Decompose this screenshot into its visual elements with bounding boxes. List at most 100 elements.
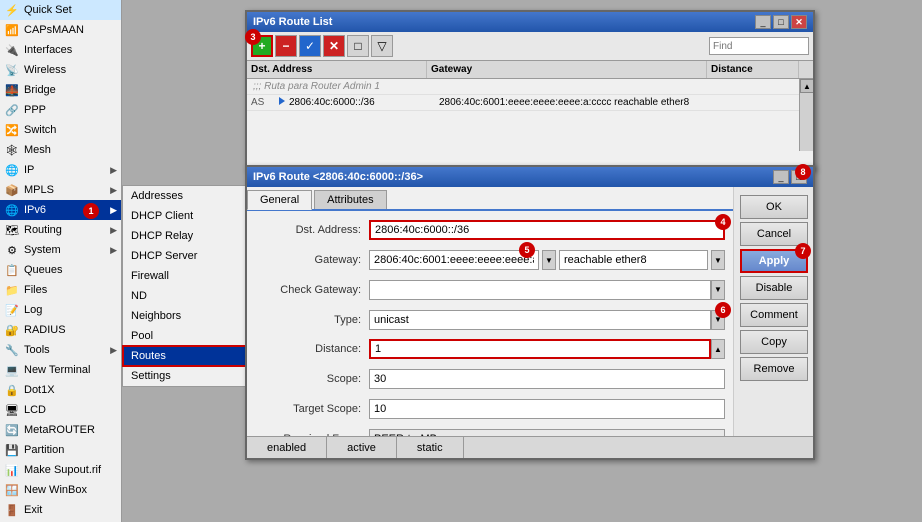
distance-scroll-up[interactable]: ▲ [711,339,725,359]
scope-input[interactable] [369,369,725,389]
sidebar-item-lcd[interactable]: 🖥 LCD [0,400,121,420]
ip-icon: 🌐 [4,162,20,178]
tab-general[interactable]: General [247,190,312,210]
sidebar-item-label: Dot1X [24,384,55,396]
submenu-dhcp-relay[interactable]: DHCP Relay [123,226,256,246]
sidebar-item-exit[interactable]: 🚪 Exit [0,500,121,520]
sidebar-item-queues[interactable]: 📋 Queues [0,260,121,280]
sidebar-item-interfaces[interactable]: 🔌 Interfaces [0,40,121,60]
distance-header: Distance [707,61,799,78]
target-scope-input[interactable] [369,399,725,419]
sidebar-item-label: LCD [24,404,46,416]
tab-attributes[interactable]: Attributes [314,190,386,209]
sidebar-item-mesh[interactable]: 🕸 Mesh [0,140,121,160]
interfaces-icon: 🔌 [4,42,20,58]
submenu-addresses[interactable]: Addresses [123,186,256,206]
sidebar-item-log[interactable]: 📝 Log [0,300,121,320]
sidebar-item-wireless[interactable]: 📡 Wireless [0,60,121,80]
route-list-toolbar: 3 + − ✓ ✕ □ ▽ [247,32,813,61]
exit-icon: 🚪 [4,502,20,518]
submenu-firewall-label: Firewall [131,270,169,282]
sidebar-item-ppp[interactable]: 🔗 PPP [0,100,121,120]
check-gateway-input[interactable] [369,280,711,300]
disable-button[interactable]: Disable [740,276,808,300]
sidebar-item-metarouter[interactable]: 🔄 MetaROUTER [0,420,121,440]
sidebar-item-label: Mesh [24,144,51,156]
routing-arrow: ▶ [110,225,117,236]
filter-button[interactable]: ▽ [371,35,393,57]
close-button[interactable]: ✕ [791,15,807,29]
sidebar-item-quick-set[interactable]: ⚡ Quick Set [0,0,121,20]
sidebar-item-label: Tools [24,344,50,356]
sidebar-item-new-terminal[interactable]: 💻 New Terminal [0,360,121,380]
type-input[interactable] [369,310,711,330]
submenu-firewall[interactable]: Firewall [123,266,256,286]
sidebar-item-label: Queues [24,264,63,276]
check-gateway-dropdown[interactable]: ▼ [711,280,725,300]
gateway-input[interactable] [369,250,539,270]
ok-button[interactable]: OK [740,195,808,219]
submenu-pool[interactable]: Pool [123,326,256,346]
submenu-nd[interactable]: ND [123,286,256,306]
dst-address-input[interactable] [369,220,725,240]
table-row[interactable]: ;;; Ruta para Router Admin 1 [247,79,813,95]
sidebar-item-switch[interactable]: 🔀 Switch [0,120,121,140]
submenu-dhcp-server[interactable]: DHCP Server [123,246,256,266]
sidebar-item-label: Make Supout.rif [24,464,101,476]
sidebar-item-dot1x[interactable]: 🔒 Dot1X [0,380,121,400]
submenu-nd-label: ND [131,290,147,302]
tools-icon: 🔧 [4,342,20,358]
submenu-neighbors-label: Neighbors [131,310,181,322]
comment-button[interactable]: Comment [740,303,808,327]
badge-7: 7 [795,243,811,259]
sidebar-item-tools[interactable]: 🔧 Tools ▶ [0,340,121,360]
dot1x-icon: 🔒 [4,382,20,398]
sidebar-item-files[interactable]: 📁 Files [0,280,121,300]
radius-icon: 🔐 [4,322,20,338]
sidebar-item-ipv6[interactable]: 🌐 IPv6 ▶ 1 [0,200,121,220]
gateway-suffix-input[interactable] [559,250,708,270]
edit-window-controls: _ 8 □ [773,170,807,184]
scrollbar-up-button[interactable]: ▲ [800,79,813,93]
minimize-button[interactable]: _ [755,15,771,29]
cancel-button[interactable]: Cancel [740,222,808,246]
gateway-dropdown-arrow[interactable]: ▼ [542,250,556,270]
sidebar-item-ip[interactable]: 🌐 IP ▶ [0,160,121,180]
remove-route-button[interactable]: − [275,35,297,57]
submenu-dhcp-client[interactable]: DHCP Client [123,206,256,226]
maximize-button[interactable]: □ [773,15,789,29]
comment-text: ;;; Ruta para Router Admin 1 [253,81,380,92]
remove-button[interactable]: Remove [740,357,808,381]
sidebar-item-capsman[interactable]: 📶 CAPsMAAN [0,20,121,40]
edit-minimize-button[interactable]: _ [773,170,789,184]
submenu-dhcp-server-label: DHCP Server [131,250,197,262]
distance-input[interactable] [369,339,711,359]
sidebar-item-label: New Terminal [24,364,90,376]
sidebar-item-label: IPv6 [24,204,46,216]
submenu-dhcp-relay-label: DHCP Relay [131,230,193,242]
sidebar-item-routing[interactable]: 🗺 Routing ▶ [0,220,121,240]
table-row[interactable]: AS 2806:40c:6000::/36 2806:40c:6001:eeee… [247,95,813,111]
disable-route-button[interactable]: ✕ [323,35,345,57]
check-gateway-label: Check Gateway: [255,284,365,296]
submenu-routes[interactable]: Routes 2 [123,346,256,366]
sidebar-item-new-winbox[interactable]: 🪟 New WinBox [0,480,121,500]
route-scrollbar[interactable]: ▲ [799,79,813,151]
find-input[interactable] [709,37,809,55]
sidebar-item-system[interactable]: ⚙ System ▶ [0,240,121,260]
copy-route-button[interactable]: □ [347,35,369,57]
switch-icon: 🔀 [4,122,20,138]
gateway-suffix-dropdown[interactable]: ▼ [711,250,725,270]
copy-button[interactable]: Copy [740,330,808,354]
enable-route-button[interactable]: ✓ [299,35,321,57]
sidebar-item-bridge[interactable]: 🌉 Bridge [0,80,121,100]
sidebar-item-make-supout[interactable]: 📊 Make Supout.rif [0,460,121,480]
submenu-settings[interactable]: Settings [123,366,256,386]
sidebar-item-mpls[interactable]: 📦 MPLS ▶ [0,180,121,200]
sidebar-item-partition[interactable]: 💾 Partition [0,440,121,460]
submenu-neighbors[interactable]: Neighbors [123,306,256,326]
route-list-window: IPv6 Route List _ □ ✕ 3 + − ✓ ✕ □ ▽ Dst.… [245,10,815,170]
sidebar-item-label: Switch [24,124,56,136]
gateway-label: Gateway: [255,254,365,266]
sidebar-item-radius[interactable]: 🔐 RADIUS [0,320,121,340]
